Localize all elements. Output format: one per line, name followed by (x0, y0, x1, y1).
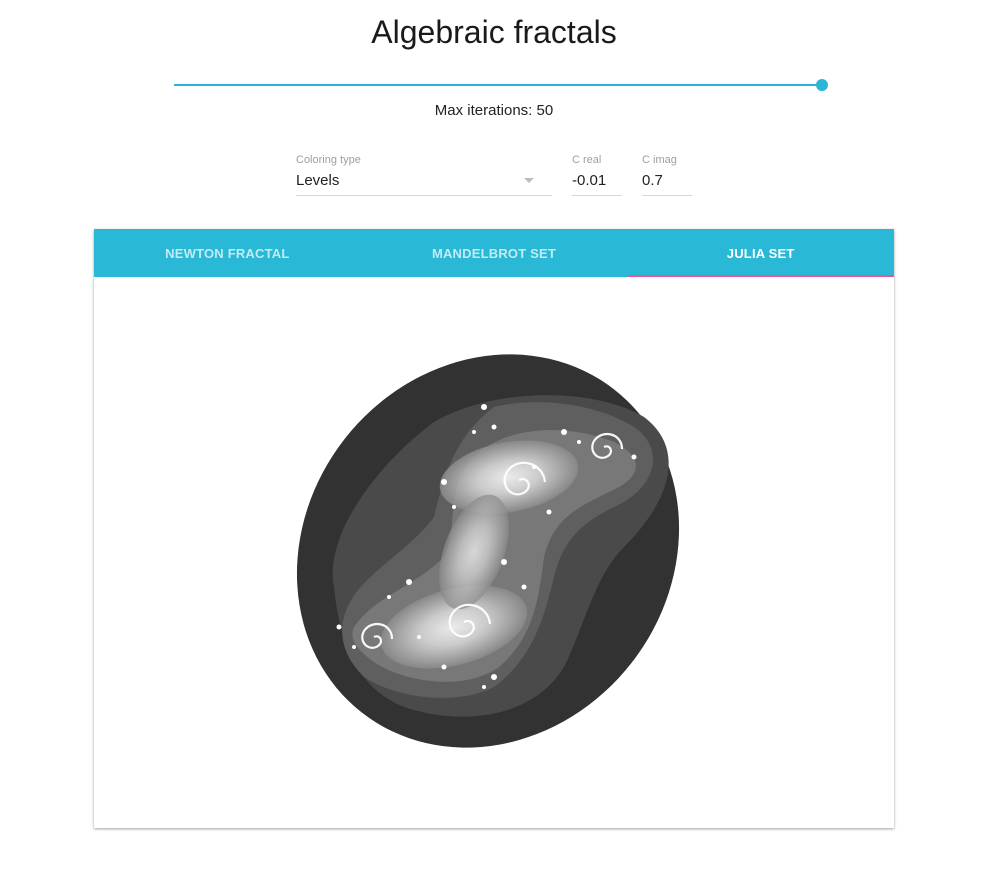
tab-julia-set[interactable]: JULIA SET (627, 229, 894, 277)
c-imag-label: C imag (642, 154, 677, 166)
fractal-tabs: NEWTON FRACTAL MANDELBROT SET JULIA SET (94, 229, 894, 277)
c-imag-field[interactable]: C imag 0.7 (642, 154, 692, 196)
coloring-type-selected: Levels (296, 172, 340, 189)
fractal-card: NEWTON FRACTAL MANDELBROT SET JULIA SET (94, 229, 894, 828)
tab-mandelbrot-set[interactable]: MANDELBROT SET (361, 229, 628, 277)
app-page: Algebraic fractals Max iterations: 50 Co… (0, 0, 1001, 877)
coloring-type-value[interactable]: Levels (296, 172, 552, 196)
c-real-field[interactable]: C real -0.01 (572, 154, 622, 196)
coloring-type-select[interactable]: Coloring type Levels (296, 154, 552, 196)
c-real-label: C real (572, 154, 602, 166)
slider-track[interactable] (174, 84, 822, 86)
slider-thumb[interactable] (816, 79, 828, 91)
julia-set-image (296, 354, 680, 748)
max-iterations-slider[interactable] (174, 77, 828, 93)
page-title: Algebraic fractals (371, 14, 617, 50)
c-real-input[interactable]: -0.01 (572, 172, 622, 196)
fractal-canvas[interactable] (94, 277, 894, 828)
coloring-type-label: Coloring type (296, 154, 361, 166)
c-imag-input[interactable]: 0.7 (642, 172, 692, 196)
tab-newton-fractal[interactable]: NEWTON FRACTAL (94, 229, 361, 277)
max-iterations-label: Max iterations: 50 (434, 102, 554, 119)
dropdown-arrow-icon[interactable] (524, 178, 534, 183)
